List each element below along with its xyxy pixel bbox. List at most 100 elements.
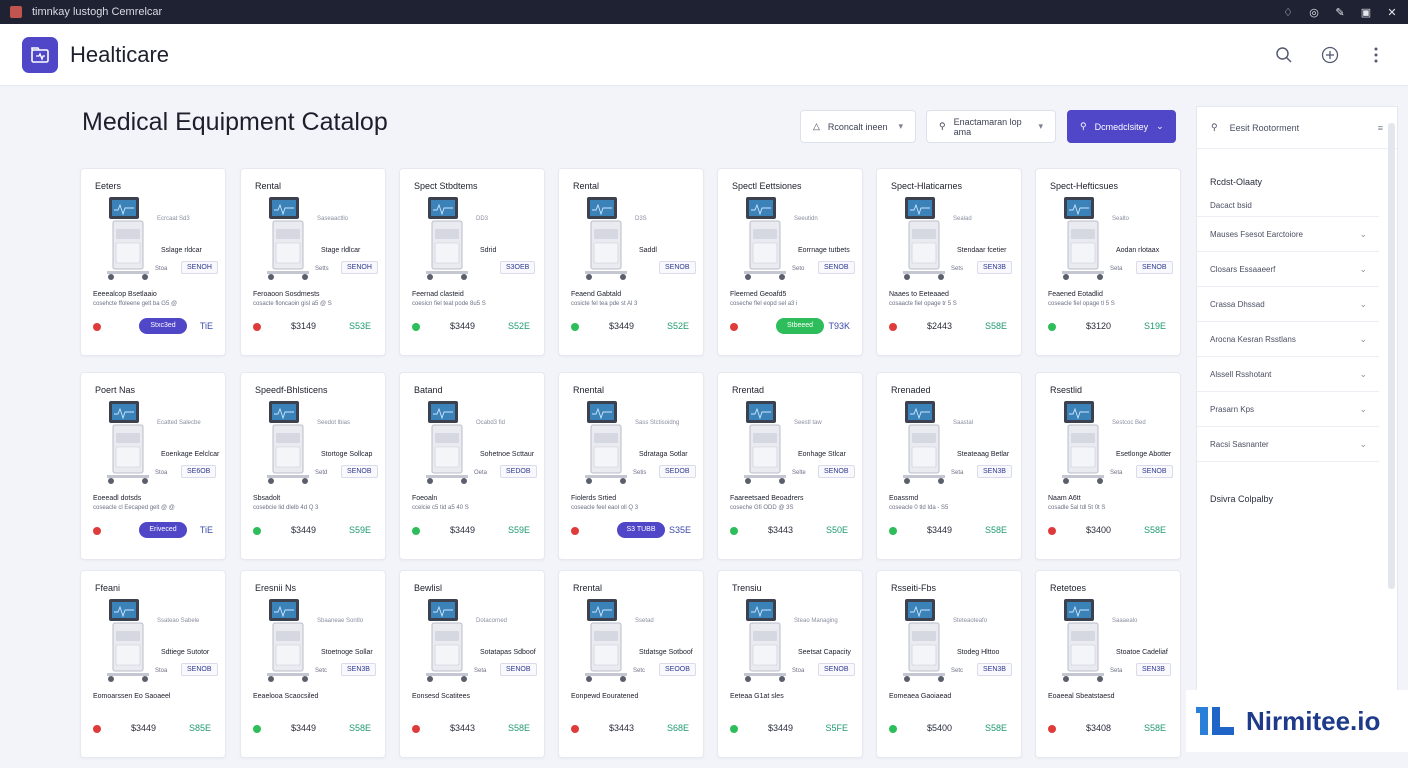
product-card[interactable]: Trensiu Steao Managing Seetsat Capacity Sto…: [717, 570, 863, 758]
card-tag[interactable]: SEN3B: [977, 465, 1012, 478]
product-card[interactable]: Rsestlid Sestcoc Bed Esetlonge Abotter Seta…: [1035, 372, 1181, 560]
card-tag[interactable]: SENOB: [1136, 465, 1173, 478]
app-logo[interactable]: [22, 36, 58, 73]
card-spec: Sdrid: [480, 247, 497, 254]
status-indicator: [1048, 725, 1056, 733]
sidebar-item[interactable]: Prasarn Kps ⌄: [1197, 392, 1379, 427]
card-tag[interactable]: SE6OB: [181, 465, 217, 478]
card-tag[interactable]: SENOB: [659, 261, 696, 274]
sidebar-subheading[interactable]: Dacact bsid: [1197, 187, 1379, 217]
status-indicator: [93, 527, 101, 535]
sidebar-scrollbar[interactable]: [1388, 123, 1395, 589]
card-tag[interactable]: SENOH: [341, 261, 378, 274]
close-icon[interactable]: ✕: [1386, 6, 1398, 19]
edit-icon[interactable]: ✎: [1334, 6, 1346, 19]
sidebar-search[interactable]: ⚲ Eesit Rootorment ≡: [1197, 107, 1397, 149]
card-tag[interactable]: SEN3B: [1136, 663, 1171, 676]
product-card[interactable]: Rrenaded Saastal Steateaag Betlar Seta SEN3B…: [876, 372, 1022, 560]
menu-icon[interactable]: ≡: [1378, 123, 1383, 133]
card-tag[interactable]: SENOB: [341, 465, 378, 478]
card-tag[interactable]: SEN3B: [341, 663, 376, 676]
sidebar-item[interactable]: Crassa Dhssad ⌄: [1197, 287, 1379, 322]
card-tag[interactable]: SENOB: [181, 663, 218, 676]
sidebar-item[interactable]: Alssell Rsshotant ⌄: [1197, 357, 1379, 392]
card-action-button[interactable]: Stbeeed: [776, 318, 824, 334]
chevron-down-icon: ⌄: [1359, 228, 1367, 239]
card-title: Spect-Hlaticarnes: [891, 181, 963, 191]
card-name: Fleerned Geoafd5: [730, 291, 787, 298]
sidebar-item[interactable]: Racsi Sasnanter ⌄: [1197, 427, 1379, 462]
product-card[interactable]: Ffeani Ssateao Sabele Sdtiege Sutotor Stoa S…: [80, 570, 226, 758]
product-card[interactable]: Spectl Eettsiones Seeutidn Eorrnage tutbet…: [717, 168, 863, 356]
card-tag[interactable]: SEDOB: [500, 465, 537, 478]
card-secondary-price: S58E: [984, 525, 1007, 535]
card-spec: Steateaag Betlar: [957, 451, 1010, 458]
card-secondary-price: S85E: [188, 723, 211, 733]
card-price: $3449: [131, 723, 157, 733]
card-title: Rsestlid: [1050, 385, 1083, 395]
card-note: Sbaaneae Sontlo: [317, 618, 364, 624]
filter-dropdown-1[interactable]: △ Rconcalt ineen ▾: [800, 110, 916, 143]
product-card[interactable]: Eresnii Ns Sbaaneae Sontlo Stoetnoge Solla…: [240, 570, 386, 758]
search-input[interactable]: Eesit Rootorment: [1230, 123, 1300, 133]
card-tag[interactable]: SENOH: [181, 261, 218, 274]
card-tag[interactable]: SEOOB: [659, 663, 696, 676]
sidebar-item[interactable]: Mauses Fsesot Earctoiore ⌄: [1197, 217, 1379, 252]
card-tag[interactable]: SENOB: [818, 261, 855, 274]
product-card[interactable]: Batand Ocabd3 fid Sohetnoe Scttaur Oeta SEDO…: [399, 372, 545, 560]
card-cell: Seta: [1110, 668, 1123, 674]
help-icon[interactable]: ◎: [1308, 6, 1320, 19]
card-tag[interactable]: SEDOB: [659, 465, 696, 478]
card-meta: cosaacte fiel opage tr 5 S: [889, 301, 957, 307]
product-card[interactable]: Rrental Ssetad Stdatsge Sotboof Setc SEOOB Eo…: [558, 570, 704, 758]
medical-device-image: [585, 599, 627, 682]
product-card[interactable]: Spect-Hlaticarnes Sealad Stendaar fcetier S…: [876, 168, 1022, 356]
card-secondary-price: S19E: [1143, 321, 1166, 331]
card-tag[interactable]: SEN3B: [977, 261, 1012, 274]
product-card[interactable]: Spect Stbdtems DD3 Sdrid S3OEB Feernad clast…: [399, 168, 545, 356]
product-card[interactable]: Bewlisl Dotacorned Sotatapas Sdboof Seta SEN…: [399, 570, 545, 758]
search-icon[interactable]: [1274, 45, 1294, 65]
card-name: Eeeealcop Bsetlaaio: [93, 291, 157, 298]
more-vertical-icon[interactable]: [1366, 45, 1386, 65]
card-action-button[interactable]: S3 TUBB: [617, 522, 665, 538]
card-action-button[interactable]: Eriveced: [139, 522, 187, 538]
filter-dropdown-2[interactable]: ⚲ Enactamaran lop ama ▾: [926, 110, 1056, 143]
product-card[interactable]: Rental D3S Saddl SENOB Feaend Gabtald cosicte…: [558, 168, 704, 356]
card-title: Rnental: [573, 385, 605, 395]
card-name: Eomoarssen Eo Saoaeel: [93, 693, 171, 700]
product-card[interactable]: Spect-Hefticsues Sealto Aodan rlotaax Seta S…: [1035, 168, 1181, 356]
filter-dropdown-3[interactable]: ⚲ Dcmedclsitey ⌄: [1067, 110, 1176, 143]
product-card[interactable]: Rental Saseaactllo Stage rldlcar Setts SENOH…: [240, 168, 386, 356]
card-tag[interactable]: S3OEB: [500, 261, 536, 274]
card-note: D3S: [635, 216, 647, 222]
product-card[interactable]: Rrentad Seestl taw Eonhage Stlcar Selte SENO…: [717, 372, 863, 560]
card-tag[interactable]: SENOB: [818, 465, 855, 478]
card-tag[interactable]: SENOB: [1136, 261, 1173, 274]
card-tag[interactable]: SEN3B: [977, 663, 1012, 676]
card-price: $3449: [768, 723, 794, 733]
filter-label: Dcmedclsitey: [1094, 121, 1149, 132]
sidebar-item[interactable]: Arocna Kesran Rsstlans ⌄: [1197, 322, 1379, 357]
card-tag[interactable]: SENOB: [500, 663, 537, 676]
card-title: Spect Stbdtems: [414, 181, 478, 191]
product-card[interactable]: Rsseiti-Fbs Steteaoteafo Stodeg Hlttoo Setc…: [876, 570, 1022, 758]
chevron-down-icon: ⌄: [1359, 438, 1367, 449]
product-card[interactable]: Eeters Ecrcaat Sd3 Sslage rldcar Stoa SENOH E…: [80, 168, 226, 356]
sidebar-item[interactable]: Closars Essaaeerf ⌄: [1197, 252, 1379, 287]
card-name: Eomeaea Gaoiaead: [889, 693, 952, 700]
product-card[interactable]: Speedf-Bhlsticens Seedot lbias Stortoge So…: [240, 372, 386, 560]
window-icon[interactable]: ▣: [1360, 6, 1372, 19]
card-name: Feroaoon Sosdmests: [253, 291, 320, 298]
add-circle-icon[interactable]: [1320, 45, 1340, 65]
status-indicator: [412, 527, 420, 535]
product-card[interactable]: Retetoes Saaaealo Stoatoe Cadeliaf Seta SEN3…: [1035, 570, 1181, 758]
medical-device-image: [585, 197, 627, 280]
card-note: Ssetad: [635, 618, 654, 624]
card-tag[interactable]: SENOB: [818, 663, 855, 676]
product-card[interactable]: Poert Nas Ecatted Salecbe Eoenkage Eelclca…: [80, 372, 226, 560]
notification-icon[interactable]: ♢: [1282, 6, 1294, 19]
product-card[interactable]: Rnental Sass Stctisoidng Sdrataga Sotlar Se…: [558, 372, 704, 560]
card-action-button[interactable]: Stxc3ed: [139, 318, 187, 334]
medical-device-image: [1062, 401, 1104, 484]
